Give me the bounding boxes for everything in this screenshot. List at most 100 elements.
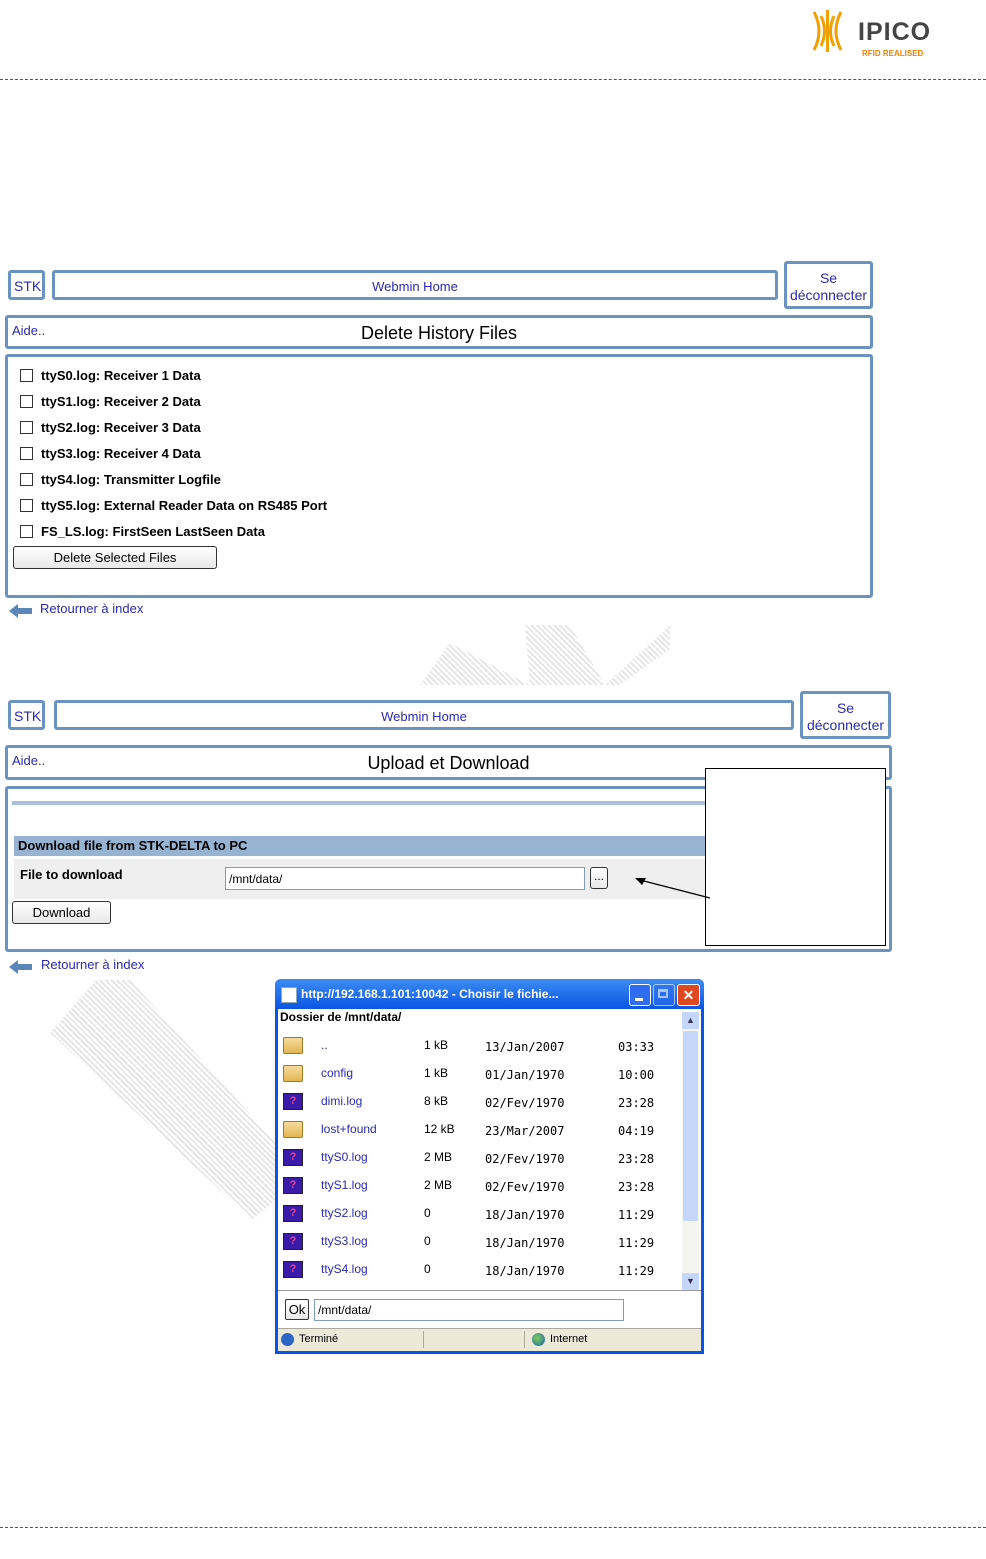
webmin-home-link[interactable]: Webmin Home (57, 709, 791, 724)
maximize-icon (658, 989, 668, 998)
file-size: 0 (424, 1206, 431, 1220)
history-file-row[interactable]: ttyS5.log: External Reader Data on RS485… (20, 498, 327, 513)
file-size: 2 MB (424, 1178, 453, 1192)
vertical-scrollbar[interactable]: ▲ ▼ (682, 1012, 699, 1290)
logo-subtext: RFID REALISED (862, 49, 924, 58)
ie-status-icon (281, 1333, 294, 1346)
logout-link-line2[interactable]: déconnecter (787, 287, 870, 303)
file-name[interactable]: lost+found (321, 1122, 377, 1136)
file-size: 12 kB (424, 1122, 455, 1136)
history-file-row[interactable]: ttyS0.log: Receiver 1 Data (20, 368, 201, 383)
webmin-home-box[interactable]: Webmin Home (52, 270, 778, 300)
history-file-label: ttyS3.log: Receiver 4 Data (41, 446, 201, 461)
globe-icon (532, 1333, 545, 1346)
history-file-label: ttyS5.log: External Reader Data on RS485… (41, 498, 328, 513)
file-time: 03:33 (618, 1040, 655, 1054)
history-file-checkbox[interactable] (20, 395, 33, 408)
history-file-checkbox[interactable] (20, 499, 33, 512)
webmin-home-box[interactable]: Webmin Home (54, 700, 794, 730)
status-zone: Internet (550, 1333, 588, 1345)
file-to-download-input[interactable] (225, 867, 585, 890)
back-link-label[interactable]: Retourner à index (40, 601, 143, 616)
file-row[interactable]: .. 1 kB 13/Jan/2007 03:33 (278, 1031, 682, 1059)
file-name[interactable]: config (321, 1066, 353, 1080)
maximize-button[interactable] (653, 984, 675, 1006)
download-button[interactable]: Download (12, 901, 111, 924)
stk-link[interactable]: STK (14, 278, 41, 294)
unknown-file-icon: ? (283, 1233, 303, 1250)
history-file-checkbox[interactable] (20, 421, 33, 434)
file-size: 0 (424, 1234, 431, 1248)
logout-link-line1[interactable]: Se (787, 270, 870, 286)
file-row[interactable]: ? ttyS1.log 2 MB 02/Fev/1970 23:28 (278, 1171, 682, 1199)
file-name[interactable]: ttyS4.log (321, 1262, 368, 1276)
logout-box[interactable]: Se déconnecter (800, 691, 891, 739)
file-row[interactable]: ? ttyS3.log 0 18/Jan/1970 11:29 (278, 1227, 682, 1255)
file-date: 02/Fev/1970 (485, 1096, 565, 1110)
history-file-row[interactable]: FS_LS.log: FirstSeen LastSeen Data (20, 524, 265, 539)
file-name[interactable]: ttyS1.log (321, 1178, 368, 1192)
status-bar: Terminé Internet (278, 1328, 701, 1351)
ok-button[interactable]: Ok (285, 1299, 309, 1320)
file-name[interactable]: ttyS3.log (321, 1234, 368, 1248)
history-file-checkbox[interactable] (20, 447, 33, 460)
history-file-checkbox[interactable] (20, 525, 33, 538)
back-link-label[interactable]: Retourner à index (41, 957, 144, 972)
window-titlebar[interactable]: http://192.168.1.101:10042 - Choisir le … (275, 979, 704, 1009)
scroll-down-button[interactable]: ▼ (682, 1273, 699, 1290)
file-row[interactable]: ? ttyS0.log 2 MB 02/Fev/1970 23:28 (278, 1143, 682, 1171)
stk-link-box[interactable]: STK (8, 270, 45, 300)
file-row[interactable]: ? dimi.log 8 kB 02/Fev/1970 23:28 (278, 1087, 682, 1115)
logout-link-line2[interactable]: déconnecter (803, 717, 888, 733)
delete-selected-button[interactable]: Delete Selected Files (13, 546, 217, 569)
file-time: 23:28 (618, 1152, 655, 1166)
file-time: 23:28 (618, 1096, 655, 1110)
scroll-thumb[interactable] (683, 1031, 698, 1221)
unknown-file-icon: ? (283, 1093, 303, 1110)
file-time: 11:29 (618, 1208, 655, 1222)
minimize-button[interactable] (629, 984, 651, 1006)
status-separator (423, 1331, 525, 1348)
file-row[interactable]: ? ttyS2.log 0 18/Jan/1970 11:29 (278, 1199, 682, 1227)
history-file-row[interactable]: ttyS1.log: Receiver 2 Data (20, 394, 201, 409)
file-date: 18/Jan/1970 (485, 1236, 565, 1250)
logout-link-line1[interactable]: Se (803, 700, 888, 716)
title-bar: Aide.. Delete History Files (5, 315, 873, 349)
file-date: 18/Jan/1970 (485, 1264, 565, 1278)
close-icon: ✕ (682, 987, 695, 1003)
file-row[interactable]: ? ttyS4.log 0 18/Jan/1970 11:29 (278, 1255, 682, 1283)
file-name[interactable]: dimi.log (321, 1094, 362, 1108)
file-row[interactable]: lost+found 12 kB 23/Mar/2007 04:19 (278, 1115, 682, 1143)
file-name[interactable]: ttyS0.log (321, 1150, 368, 1164)
webmin-home-link[interactable]: Webmin Home (55, 279, 775, 294)
file-list: .. 1 kB 13/Jan/2007 03:33 config 1 kB 01/Jan/1… (278, 1027, 682, 1289)
stk-link-box[interactable]: STK (8, 700, 45, 730)
logout-box[interactable]: Se déconnecter (784, 261, 873, 309)
file-name[interactable]: .. (321, 1038, 328, 1052)
scroll-up-button[interactable]: ▲ (682, 1012, 699, 1029)
path-input[interactable] (314, 1299, 624, 1321)
stk-link[interactable]: STK (14, 708, 41, 724)
status-done: Terminé (299, 1333, 339, 1345)
file-date: 13/Jan/2007 (485, 1040, 565, 1054)
file-chooser-window: http://192.168.1.101:10042 - Choisir le … (275, 979, 704, 1354)
file-date: 23/Mar/2007 (485, 1124, 565, 1138)
file-time: 04:19 (618, 1124, 655, 1138)
file-date: 02/Fev/1970 (485, 1180, 565, 1194)
history-file-checkbox[interactable] (20, 369, 33, 382)
file-time: 11:29 (618, 1264, 655, 1278)
history-file-row[interactable]: ttyS4.log: Transmitter Logfile (20, 472, 221, 487)
history-file-row[interactable]: ttyS3.log: Receiver 4 Data (20, 446, 201, 461)
history-file-row[interactable]: ttyS2.log: Receiver 3 Data (20, 420, 201, 435)
page-title: Delete History Files (360, 323, 518, 343)
window-title: http://192.168.1.101:10042 - Choisir le … (301, 987, 559, 1001)
file-name[interactable]: ttyS2.log (321, 1206, 368, 1220)
close-button[interactable]: ✕ (677, 984, 700, 1006)
callout-box (705, 768, 886, 946)
browse-button[interactable]: ... (590, 867, 608, 889)
back-arrow-icon (9, 604, 32, 618)
history-file-checkbox[interactable] (20, 473, 33, 486)
history-file-label: ttyS0.log: Receiver 1 Data (41, 368, 201, 383)
file-size: 1 kB (424, 1038, 449, 1052)
file-row[interactable]: config 1 kB 01/Jan/1970 10:00 (278, 1059, 682, 1087)
